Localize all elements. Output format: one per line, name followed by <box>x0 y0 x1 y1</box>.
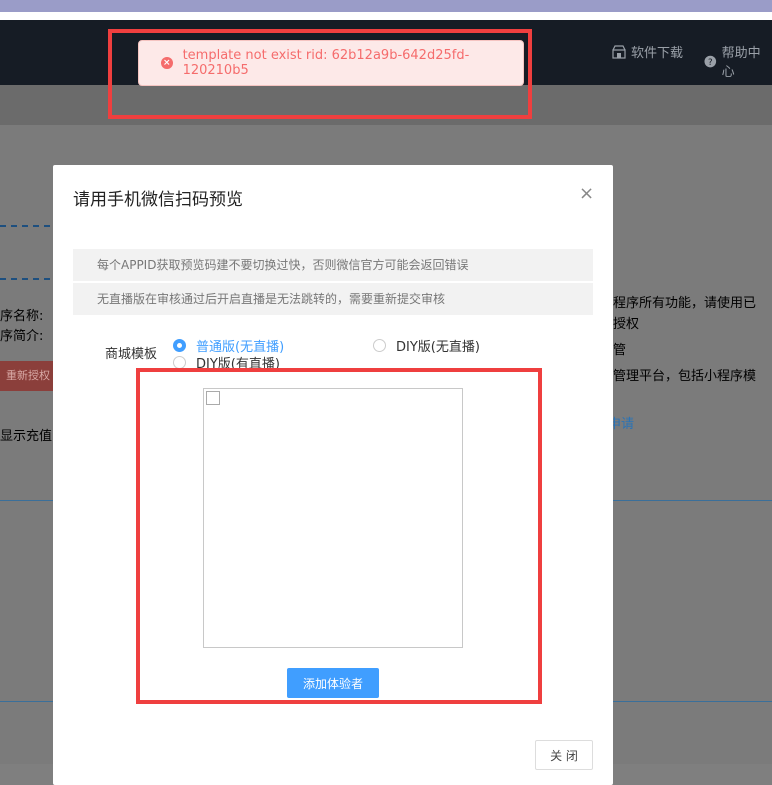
right-info-text: 管 <box>613 343 627 358</box>
close-button[interactable]: 关 闭 <box>535 740 593 770</box>
store-icon <box>612 44 626 59</box>
app-intro-label: 序简介: <box>0 329 44 344</box>
radio-label: DIY版(无直播) <box>396 340 480 355</box>
section-divider <box>0 278 50 280</box>
reauthorize-button[interactable]: 重新授权 <box>0 361 56 391</box>
radio-diy-no-live[interactable]: DIY版(无直播) <box>373 336 480 355</box>
dialog-title: 请用手机微信扫码预览 <box>73 190 243 210</box>
close-icon[interactable]: × <box>579 183 594 204</box>
software-download-label: 软件下载 <box>631 46 684 61</box>
notice-live: 无直播版在审核通过后开启直播是无法跳转的，需要重新提交审核 <box>73 283 593 315</box>
radio-dot-icon <box>173 339 186 352</box>
help-icon: ? <box>704 55 717 67</box>
browser-top-bar <box>0 0 772 20</box>
right-info-text: 授权 <box>613 317 640 332</box>
software-download-link[interactable]: 软件下载 <box>612 42 683 61</box>
help-center-link[interactable]: ? 帮助中心 <box>704 42 772 80</box>
right-info-text: 管理平台，包括小程序模 <box>613 369 757 384</box>
section-divider <box>0 225 50 227</box>
highlight-frame-qr <box>136 368 542 704</box>
app-name-label: 序名称: <box>0 309 44 324</box>
highlight-frame-toast <box>108 29 532 119</box>
notice-appid: 每个APPID获取预览码建不要切换过快，否则微信官方可能会返回错误 <box>73 249 593 281</box>
right-info-text: 程序所有功能，请使用已 <box>613 296 757 311</box>
svg-text:?: ? <box>708 57 713 67</box>
radio-dot-icon <box>373 339 386 352</box>
template-label: 商城模板 <box>105 347 158 362</box>
help-center-label: 帮助中心 <box>721 46 761 80</box>
recharge-text: 显示充值 <box>0 429 53 444</box>
